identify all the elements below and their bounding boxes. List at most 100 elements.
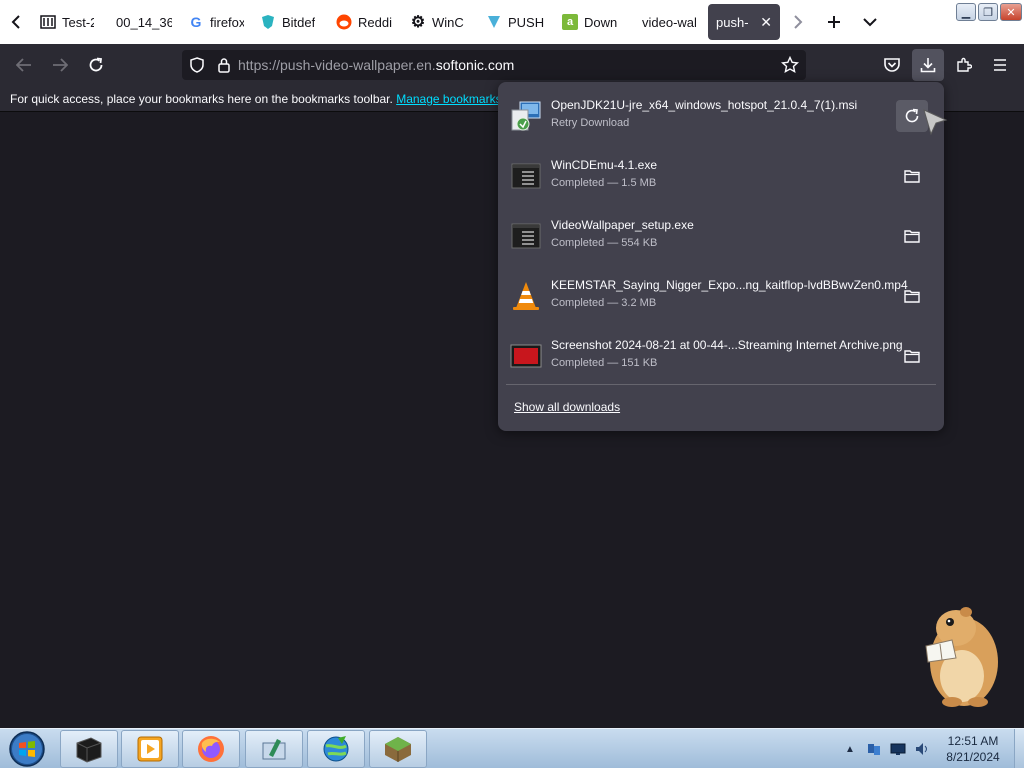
firefox-icon [198, 736, 224, 762]
tab-label: PUSH [508, 14, 545, 30]
lock-icon[interactable] [212, 57, 236, 73]
tab-label: Down [584, 14, 618, 30]
monitor-tray-icon[interactable] [890, 741, 906, 757]
minimize-button[interactable]: ▁ [956, 3, 976, 21]
retry-icon [905, 108, 919, 123]
taskbar-app-media-player[interactable] [121, 730, 179, 768]
reddit-icon [336, 14, 352, 30]
manage-bookmarks-link[interactable]: Manage bookmarks... [396, 92, 511, 106]
reload-icon [89, 57, 103, 72]
reload-button[interactable] [80, 49, 112, 81]
media-player-icon [137, 736, 163, 762]
tab-push[interactable]: PUSH [478, 4, 554, 40]
close-icon: ✕ [1006, 6, 1016, 19]
show-in-folder-button[interactable] [896, 280, 928, 312]
tab-scroll-left-button[interactable] [0, 0, 32, 44]
taskbar-app-installer[interactable] [245, 730, 303, 768]
black-box-app-icon [76, 737, 102, 763]
taskbar-app-firefox[interactable] [182, 730, 240, 768]
tab-test-2[interactable]: Test-2 [32, 4, 102, 40]
taskbar-app-download-manager[interactable] [307, 730, 365, 768]
push-icon [486, 14, 502, 30]
download-item[interactable]: WinCDEmu-4.1.exe Completed — 1.5 MB [506, 148, 936, 204]
back-button[interactable] [8, 49, 40, 81]
navigation-toolbar: https://push-video-wallpaper.en.softonic… [0, 44, 1024, 86]
folder-icon [904, 170, 920, 183]
download-filename: Screenshot 2024-08-21 at 00-44-...Stream… [551, 338, 903, 352]
close-tab-icon[interactable]: ✕ [760, 14, 772, 31]
archive-icon [40, 14, 56, 30]
pocket-button[interactable] [876, 49, 908, 81]
forward-button[interactable] [44, 49, 76, 81]
tracking-protection-icon[interactable] [182, 57, 212, 73]
show-desktop-button[interactable] [1014, 729, 1024, 768]
download-status: Completed — 554 KB [551, 237, 658, 249]
url-prefix: https://push-video-wallpaper.en. [238, 57, 436, 73]
bitdefender-icon [260, 14, 276, 30]
tab-scroll-right-button[interactable] [780, 4, 816, 40]
hamster-desktop-pet-icon [925, 607, 998, 707]
arrow-right-icon [53, 58, 68, 72]
tab-video-file[interactable]: 00_14_36. [102, 4, 180, 40]
restore-icon: ❐ [983, 6, 993, 19]
list-all-tabs-button[interactable] [852, 4, 888, 40]
show-in-folder-button[interactable] [896, 340, 928, 372]
taskbar-app-minecraft[interactable] [369, 730, 427, 768]
hamburger-menu-icon [994, 59, 1006, 71]
minimize-icon: ▁ [961, 6, 971, 19]
download-item[interactable]: Screenshot 2024-08-21 at 00-44-...Stream… [506, 328, 936, 384]
url-bar[interactable]: https://push-video-wallpaper.en.softonic… [182, 50, 806, 80]
volume-tray-icon[interactable] [914, 741, 930, 757]
clock-date: 8/21/2024 [946, 750, 1000, 764]
tab-push-video-active[interactable]: push-v ✕ [708, 4, 780, 40]
tab-firefox-search[interactable]: G firefox [180, 4, 252, 40]
tab-reddit[interactable]: Reddi [328, 4, 402, 40]
start-button[interactable] [4, 730, 50, 768]
taskbar-clock[interactable]: 12:51 AM 8/21/2024 [932, 733, 1014, 765]
tab-softonic-download[interactable]: a Down [554, 4, 628, 40]
puzzle-icon [957, 57, 972, 72]
download-item[interactable]: OpenJDK21U-jre_x64_windows_hotspot_21.0.… [506, 88, 936, 144]
tab-label: push-v [716, 14, 749, 30]
downloads-panel: OpenJDK21U-jre_x64_windows_hotspot_21.0.… [498, 82, 944, 431]
extensions-button[interactable] [948, 49, 980, 81]
download-item[interactable]: KEEMSTAR_Saying_Nigger_Expo...ng_kaitflo… [506, 268, 936, 324]
softonic-icon: a [562, 14, 578, 30]
tab-label: Bitdef [282, 14, 316, 30]
mouse-cursor-icon [923, 109, 948, 136]
show-hidden-icons-icon[interactable]: ▲ [842, 741, 858, 757]
taskbar-app-explorer[interactable] [60, 730, 118, 768]
show-in-folder-button[interactable] [896, 220, 928, 252]
windows-start-orb-icon [9, 731, 45, 767]
grass-block-icon [385, 737, 411, 762]
menu-button[interactable] [984, 49, 1016, 81]
tab-label: Test-2 [62, 14, 94, 30]
msi-installer-icon [510, 100, 542, 132]
download-status: Completed — 1.5 MB [551, 177, 657, 189]
gear-icon: ⚙ [410, 14, 426, 31]
new-tab-button[interactable] [816, 4, 852, 40]
network-tray-icon[interactable] [866, 741, 882, 757]
pocket-icon [884, 58, 900, 72]
bookmark-star-icon[interactable] [780, 55, 800, 75]
download-item[interactable]: VideoWallpaper_setup.exe Completed — 554… [506, 208, 936, 264]
show-all-downloads-button[interactable]: Show all downloads [514, 400, 620, 414]
downloads-button[interactable] [912, 49, 944, 81]
chevron-down-icon [863, 18, 877, 27]
download-status: Completed — 3.2 MB [551, 297, 657, 309]
url-text: https://push-video-wallpaper.en.softonic… [238, 57, 514, 73]
url-domain: softonic.com [435, 57, 515, 73]
clock-time: 12:51 AM [947, 734, 999, 748]
restore-button[interactable]: ❐ [978, 3, 998, 21]
download-status: Retry Download [551, 117, 630, 129]
show-in-folder-button[interactable] [896, 160, 928, 192]
tab-bitdefender[interactable]: Bitdef [252, 4, 328, 40]
tab-wincdemu[interactable]: ⚙ WinC [402, 4, 478, 40]
tab-label: video-wal [642, 14, 697, 30]
close-window-button[interactable]: ✕ [1000, 3, 1022, 21]
panel-separator [506, 384, 936, 385]
window-controls: ▁ ❐ ✕ [956, 3, 1022, 21]
download-filename: VideoWallpaper_setup.exe [551, 218, 694, 232]
tab-video-wallpaper[interactable]: video-wal [628, 4, 706, 40]
google-icon: G [190, 14, 202, 30]
